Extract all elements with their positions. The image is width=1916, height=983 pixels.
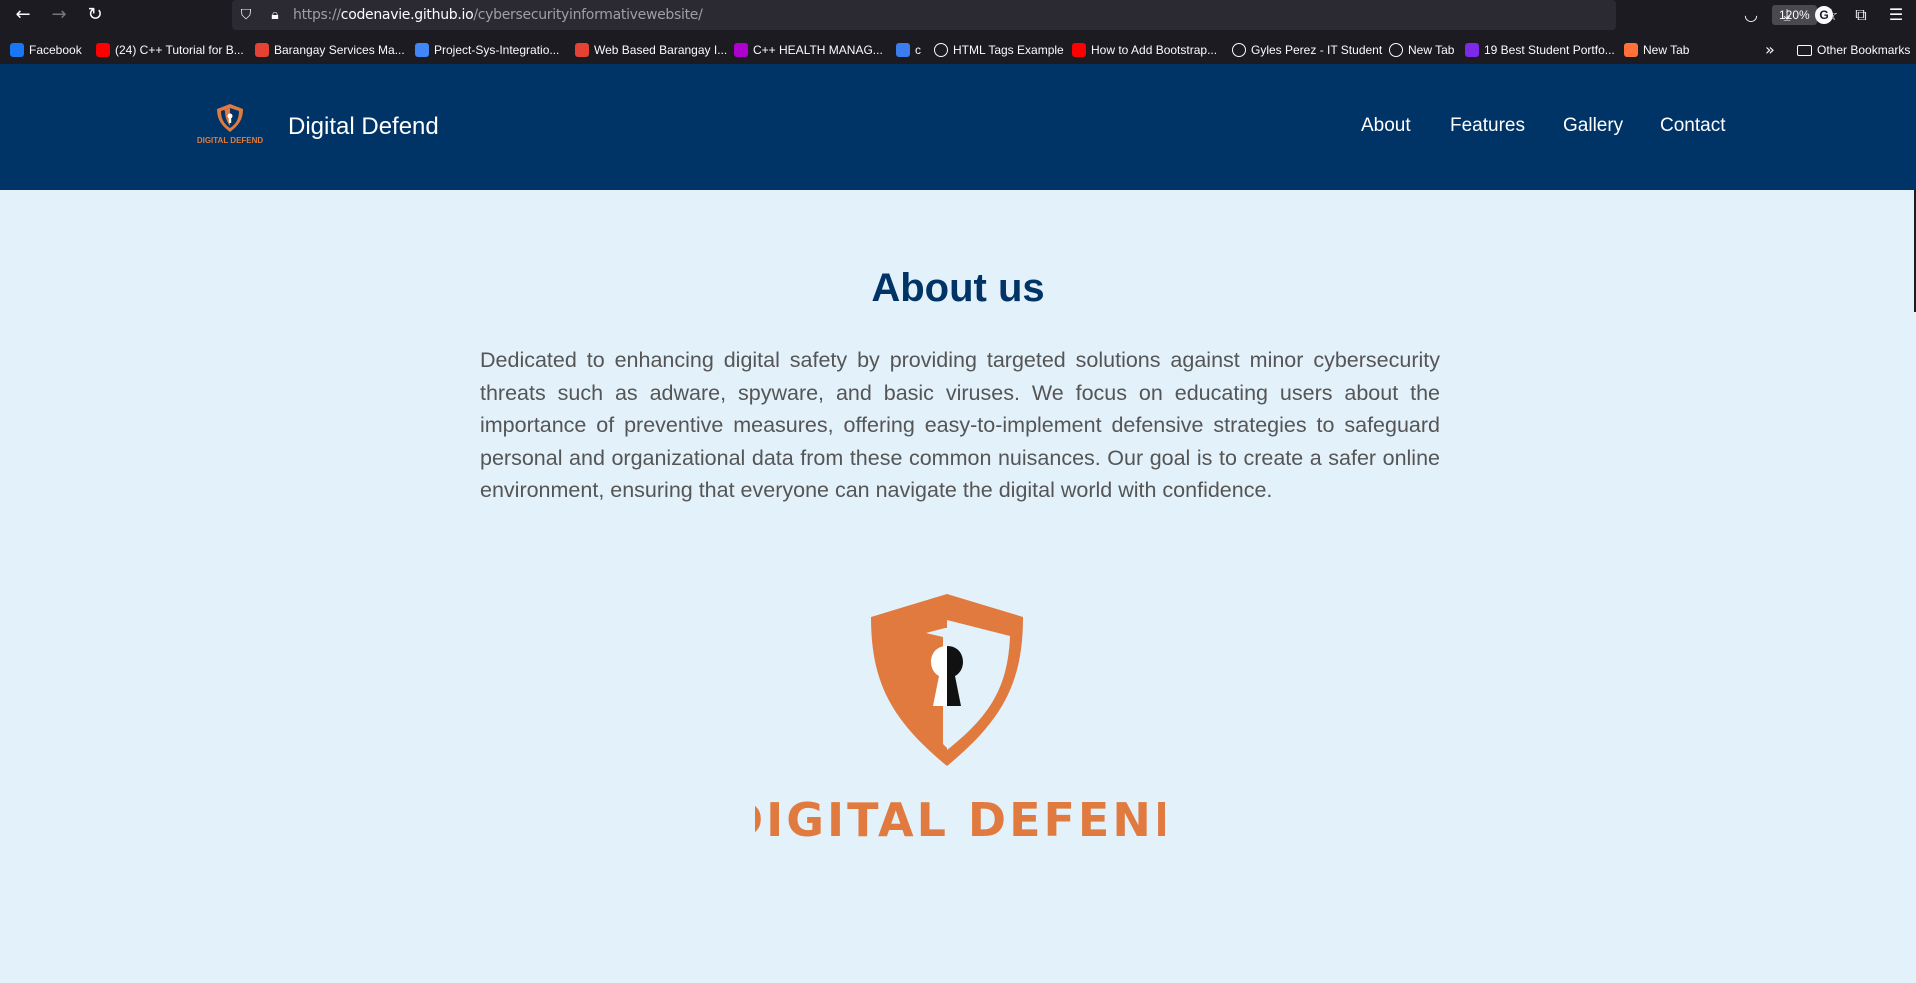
bookmark-item[interactable]: c — [896, 38, 921, 62]
c-logo-icon — [575, 43, 589, 57]
shield-icon[interactable]: ⛉ — [236, 5, 256, 25]
svg-text:DIGITAL DEFEND: DIGITAL DEFEND — [755, 793, 1165, 842]
bookmark-item[interactable]: Facebook — [10, 38, 82, 62]
globe-icon — [1232, 43, 1246, 57]
nav-link-contact[interactable]: Contact — [1660, 115, 1725, 137]
bookmark-item[interactable]: HTML Tags Example — [934, 38, 1064, 62]
bookmark-label: Gyles Perez - IT Student — [1251, 43, 1383, 57]
facebook-icon — [10, 43, 24, 57]
other-bookmarks-label: Other Bookmarks — [1817, 43, 1911, 57]
docs-icon — [415, 43, 429, 57]
bookmark-label: How to Add Bootstrap... — [1091, 43, 1218, 57]
account-avatar[interactable]: G — [1815, 6, 1833, 24]
bookmark-label: Facebook — [29, 43, 82, 57]
other-bookmarks[interactable]: Other Bookmarks — [1797, 38, 1910, 62]
bookmark-item[interactable]: Barangay Services Ma... — [255, 38, 405, 62]
bookmark-item[interactable]: How to Add Bootstrap... — [1072, 38, 1217, 62]
bookmark-label: c — [915, 43, 921, 57]
bookmark-label: Project-Sys-Integratio... — [434, 43, 560, 57]
bookmark-item[interactable]: New Tab — [1389, 38, 1454, 62]
globe-icon — [1389, 43, 1403, 57]
about-title: About us — [871, 266, 1045, 310]
youtube-icon — [96, 43, 110, 57]
bookmark-label: C++ HEALTH MANAG... — [753, 43, 883, 57]
back-button[interactable]: ← — [10, 3, 36, 27]
canva-icon — [1465, 43, 1479, 57]
bookmark-label: New Tab — [1643, 43, 1690, 57]
bookmark-label: 19 Best Student Portfo... — [1484, 43, 1615, 57]
browser-chrome: ← → ↻ ⛉ 🔒︎ https://codenavie.github.io/c… — [0, 0, 1916, 64]
lock-icon[interactable]: 🔒︎ — [265, 5, 285, 25]
firefox-icon — [1624, 43, 1638, 57]
downloads-icon[interactable]: ⤓ — [1774, 3, 1800, 27]
bookmark-item[interactable]: Web Based Barangay I... — [575, 38, 727, 62]
nav-link-features[interactable]: Features — [1450, 115, 1525, 137]
chevron-more-icon[interactable]: » — [1765, 38, 1775, 62]
folder-icon — [1797, 44, 1812, 56]
pocket-icon[interactable]: ◡ — [1738, 3, 1764, 27]
forward-button[interactable]: → — [46, 3, 72, 27]
bookmark-item[interactable]: C++ HEALTH MANAG... — [734, 38, 883, 62]
bookmark-label: Web Based Barangay I... — [594, 43, 728, 57]
bookmark-item[interactable]: Project-Sys-Integratio... — [415, 38, 559, 62]
nav-link-about[interactable]: About — [1361, 115, 1411, 137]
youtube-icon — [1072, 43, 1086, 57]
url-bar[interactable]: ⛉ 🔒︎ https://codenavie.github.io/cyberse… — [232, 0, 1838, 30]
digital-defend-logo: DIGITAL DEFEND — [755, 594, 1165, 842]
browser-toolbar: ← → ↻ ⛉ 🔒︎ https://codenavie.github.io/c… — [0, 0, 1916, 30]
extensions-icon[interactable]: ⧉ — [1848, 3, 1874, 27]
cs-icon — [734, 43, 748, 57]
site-header: DIGITAL DEFEND Digital Defend About Feat… — [0, 64, 1916, 190]
bookmark-item[interactable]: New Tab — [1624, 38, 1689, 62]
bookmark-item[interactable]: Gyles Perez - IT Student — [1232, 38, 1382, 62]
bookmark-item[interactable]: 19 Best Student Portfo... — [1465, 38, 1615, 62]
url-text[interactable]: https://codenavie.github.io/cybersecurit… — [293, 7, 703, 23]
bookmark-item[interactable]: (24) C++ Tutorial for B... — [96, 38, 244, 62]
about-description: Dedicated to enhancing digital safety by… — [480, 348, 1440, 502]
bookmark-label: (24) C++ Tutorial for B... — [115, 43, 244, 57]
brand-logo[interactable]: DIGITAL DEFEND — [196, 102, 264, 146]
cpp-icon — [896, 43, 910, 57]
nav-link-gallery[interactable]: Gallery — [1563, 115, 1623, 137]
menu-icon[interactable]: ☰ — [1883, 3, 1909, 27]
globe-icon — [934, 43, 948, 57]
bookmark-label: Barangay Services Ma... — [274, 43, 405, 57]
c-logo-icon — [255, 43, 269, 57]
bookmark-label: New Tab — [1408, 43, 1455, 57]
svg-text:DIGITAL DEFEND: DIGITAL DEFEND — [197, 136, 264, 145]
bookmarks-toolbar: Facebook (24) C++ Tutorial for B... Barang… — [0, 38, 1916, 62]
bookmark-label: HTML Tags Example — [953, 43, 1064, 57]
brand-name[interactable]: Digital Defend — [288, 113, 439, 141]
reload-button[interactable]: ↻ — [82, 3, 108, 27]
